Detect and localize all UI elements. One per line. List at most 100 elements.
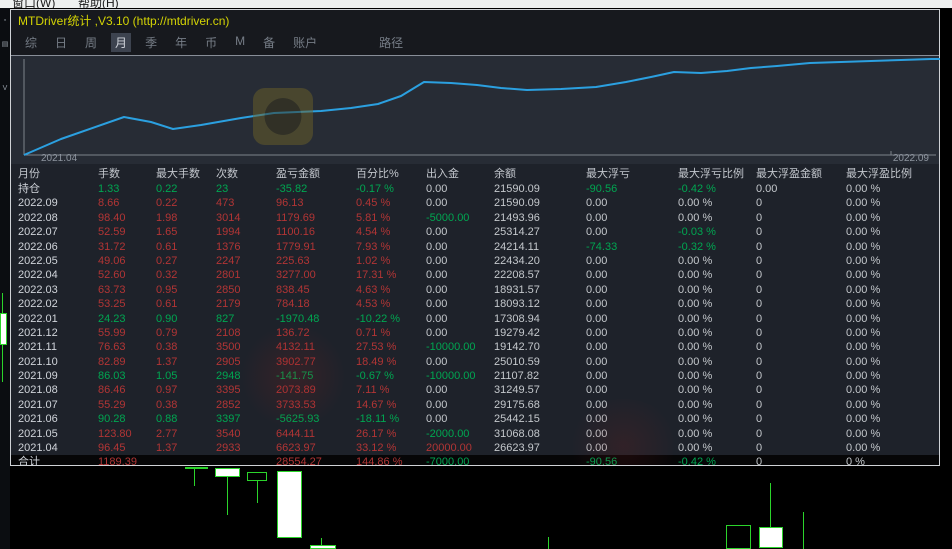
- table-row[interactable]: 2022.06 31.72 0.61 1376 1779.91 7.93 % 0.00 242…: [11, 240, 939, 254]
- cell-pnl: 4132.11: [276, 341, 315, 354]
- cell-month: 2022.06: [18, 240, 58, 253]
- cell-max-float-profit-pct: 0.00 %: [846, 341, 881, 354]
- table-row[interactable]: 2021.08 86.46 0.97 3395 2073.89 7.11 % 0.00 312…: [11, 383, 939, 397]
- toolbar-button-M[interactable]: M: [231, 33, 249, 52]
- cell-lots: 24.23: [98, 312, 126, 325]
- cell-count: 3500: [216, 341, 241, 354]
- cell-max-float-profit: 0: [756, 370, 763, 383]
- cell-max-float-loss: 0.00: [586, 384, 608, 397]
- table-row[interactable]: 2021.05 123.80 2.77 3540 6444.11 26.17 % -2000…: [11, 427, 939, 441]
- cell-month: 2022.09: [18, 197, 58, 210]
- toolbar-button-备[interactable]: 备: [259, 33, 279, 52]
- cell-balance: 21107.82: [494, 370, 540, 383]
- table-row[interactable]: 2022.05 49.06 0.27 2247 225.63 1.02 % 0.00 2243…: [11, 254, 939, 268]
- cell-pnl: 784.18: [276, 298, 310, 311]
- table-row[interactable]: 2022.07 52.59 1.65 1994 1100.16 4.54 % 0.00 253…: [11, 225, 939, 239]
- table-row[interactable]: 2022.01 24.23 0.90 827 -1970.48 -10.22 % 0.00 1…: [11, 312, 939, 326]
- cell-month: 2021.11: [18, 341, 57, 354]
- candlestick-wick: [803, 512, 804, 549]
- cell-max-float-loss: 0.00: [586, 269, 608, 282]
- cell-max-float-profit-pct: 0.00 %: [846, 183, 881, 195]
- table-row[interactable]: 2022.08 98.40 1.98 3014 1179.69 5.81 % -5000.0…: [11, 211, 939, 225]
- candlestick-wick: [548, 537, 549, 549]
- cell-max-float-profit: 0: [756, 326, 763, 339]
- cell-cashflow: 0.00: [426, 197, 448, 210]
- candlestick-body: [310, 545, 336, 549]
- window-titlebar[interactable]: MTDriver统计 ,V3.10 (http://mtdriver.cn): [11, 10, 939, 30]
- cell-balance: 25010.59: [494, 355, 540, 368]
- cell-percent: 144.86 %: [356, 456, 403, 465]
- cell-max-float-loss-pct: -0.32 %: [678, 240, 716, 253]
- cell-percent: 0.71 %: [356, 326, 391, 339]
- cell-max-float-loss: 0.00: [586, 355, 608, 368]
- menu-item-help[interactable]: 帮助(H): [78, 0, 119, 8]
- cell-count: 2850: [216, 283, 241, 296]
- cell-max-lots: 0.95: [156, 283, 178, 296]
- cell-cashflow: 0.00: [426, 398, 448, 411]
- table-row[interactable]: 2022.09 8.66 0.22 473 96.13 0.45 % 0.00 21590.0…: [11, 196, 939, 210]
- cell-count: 3395: [216, 384, 241, 397]
- cell-lots: 1.33: [98, 183, 120, 195]
- cell-balance: 18931.57: [494, 283, 540, 296]
- cell-month: 2022.01: [18, 312, 58, 325]
- cell-max-float-loss-pct: 0.00 %: [678, 370, 713, 383]
- table-row[interactable]: 2022.04 52.60 0.32 2801 3277.00 17.31 % 0.00 22…: [11, 268, 939, 282]
- cell-max-float-loss: 0.00: [586, 442, 608, 455]
- cell-max-float-profit: 0: [756, 298, 763, 311]
- cell-count: 2948: [216, 370, 241, 383]
- cell-max-float-loss: 0.00: [586, 298, 608, 311]
- cell-lots: 63.73: [98, 283, 126, 296]
- toolbar-button-账户[interactable]: 账户: [289, 33, 321, 52]
- cell-max-float-loss-pct: 0.00 %: [678, 269, 713, 282]
- cell-month: 持仓: [18, 183, 40, 195]
- cell-max-float-profit-pct: 0.00 %: [846, 269, 881, 282]
- toolbar-button-币[interactable]: 币: [201, 33, 221, 52]
- table-row[interactable]: 2021.07 55.29 0.38 2852 3733.53 14.67 % 0.00 29…: [11, 398, 939, 412]
- cell-lots: 123.80: [98, 427, 132, 440]
- cell-max-float-profit-pct: 0.00 %: [846, 326, 881, 339]
- cell-max-float-loss: 0.00: [586, 312, 608, 325]
- candlestick-body: [215, 468, 240, 477]
- cell-balance: [494, 455, 586, 465]
- cell-max-lots: 0.38: [156, 341, 178, 354]
- cell-count: 2801: [216, 269, 241, 282]
- column-header-count: 次数: [216, 168, 238, 180]
- cell-max-float-loss-pct: 0.00 %: [678, 427, 713, 440]
- cell-balance: 31068.08: [494, 427, 540, 440]
- toolbar-button-周[interactable]: 周: [81, 33, 101, 52]
- table-row[interactable]: 2021.12 55.99 0.79 2108 136.72 0.71 % 0.00 1927…: [11, 326, 939, 340]
- mtdriver-stats-window: MTDriver统计 ,V3.10 (http://mtdriver.cn) 综…: [10, 9, 940, 466]
- toolbar-button-日[interactable]: 日: [51, 33, 71, 52]
- cell-lots: 76.63: [98, 341, 126, 354]
- window-title: MTDriver统计 ,V3.10 (http://mtdriver.cn): [18, 13, 230, 28]
- cell-max-float-profit-pct: 0.00 %: [846, 413, 881, 426]
- table-header-row: 月份 手数 最大手数 次数 盈亏金额 百分比% 出入金 余额 最大浮亏 最大浮亏比例 最大浮盈金额 最…: [11, 167, 939, 182]
- cell-max-float-loss-pct: 0.00 %: [678, 197, 713, 210]
- path-label[interactable]: 路径: [379, 34, 403, 51]
- cell-max-float-loss: -90.56: [586, 456, 618, 465]
- cell-count: 3397: [216, 413, 241, 426]
- toolbar-button-月[interactable]: 月: [111, 33, 132, 52]
- cell-max-float-profit-pct: 0.00 %: [846, 226, 881, 239]
- cell-max-float-loss-pct: 0.00 %: [678, 211, 713, 224]
- cell-max-float-loss: -90.56: [586, 183, 618, 195]
- menu-item-window[interactable]: 窗口(W): [12, 0, 55, 8]
- cell-max-float-loss: -74.33: [586, 240, 618, 253]
- table-row[interactable]: 2021.06 90.28 0.88 3397 -5625.93 -18.11 % 0.00…: [11, 412, 939, 426]
- table-row[interactable]: 2021.10 82.89 1.37 2905 3902.77 18.49 % 0.00 25…: [11, 355, 939, 369]
- table-total-row[interactable]: 合计 1189.39 28554.27 144.86 % -7000.00 -90.56 -…: [11, 455, 939, 465]
- cell-max-lots: 0.90: [156, 312, 178, 325]
- toolbar-button-季[interactable]: 季: [141, 33, 161, 52]
- cell-count: 3014: [216, 211, 241, 224]
- table-row[interactable]: 2021.09 86.03 1.05 2948 -141.75 -0.67 % -10000…: [11, 369, 939, 383]
- table-row[interactable]: 持仓 1.33 0.22 23 -35.82 -0.17 % 0.00 21590.09 -90…: [11, 182, 939, 196]
- table-row[interactable]: 2021.04 96.45 1.37 2933 6623.97 33.12 % 20000.…: [11, 441, 939, 455]
- cell-max-float-profit: 0: [756, 341, 763, 354]
- table-row[interactable]: 2021.11 76.63 0.38 3500 4132.11 27.53 % -10000…: [11, 340, 939, 354]
- table-row[interactable]: 2022.03 63.73 0.95 2850 838.45 4.63 % 0.00 1893…: [11, 283, 939, 297]
- toolbar-button-年[interactable]: 年: [171, 33, 191, 52]
- table-row[interactable]: 2022.02 53.25 0.61 2179 784.18 4.53 % 0.00 1809…: [11, 297, 939, 311]
- candlestick-body: [277, 471, 302, 538]
- cell-lots: 86.03: [98, 370, 126, 383]
- toolbar-button-综[interactable]: 综: [21, 33, 41, 52]
